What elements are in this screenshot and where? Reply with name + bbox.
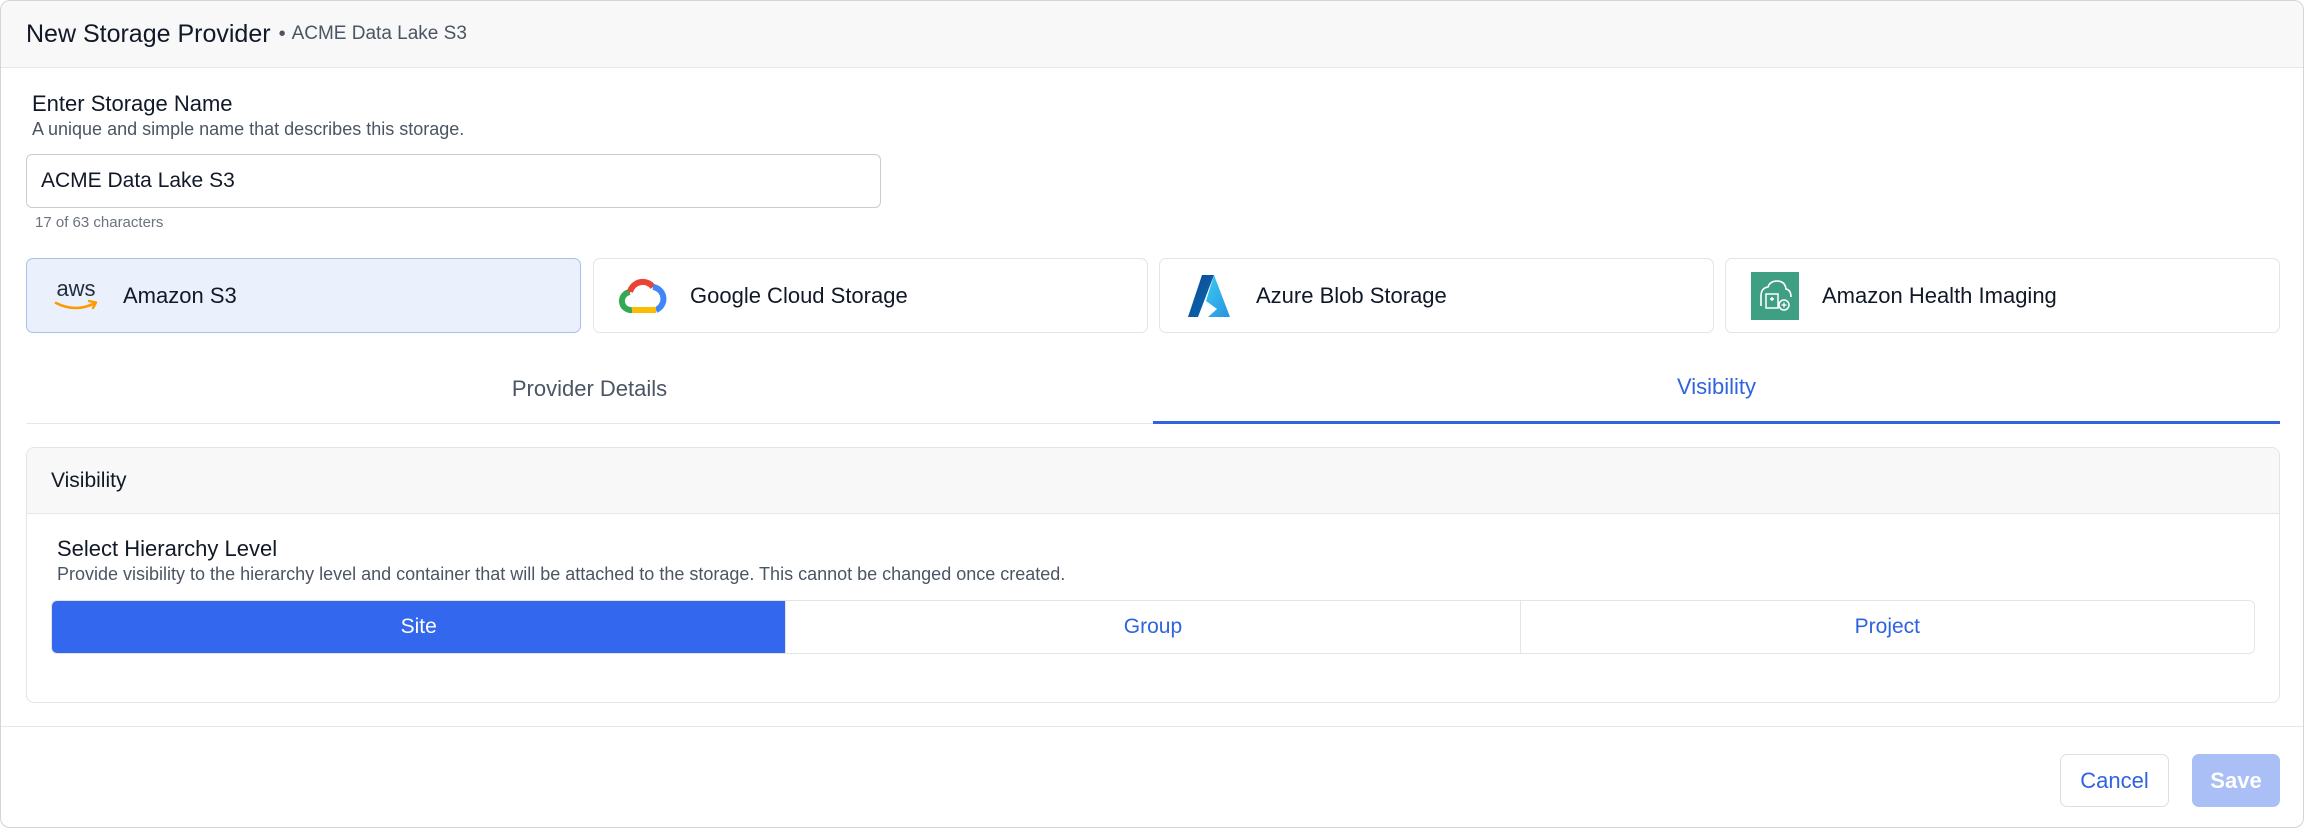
azure-logo-icon	[1184, 271, 1234, 321]
dialog-subtitle: ACME Data Lake S3	[291, 23, 467, 44]
tab-provider-details[interactable]: Provider Details	[26, 353, 1153, 424]
storage-provider-dialog: New Storage Provider • ACME Data Lake S3…	[0, 0, 2304, 828]
dialog-title: New Storage Provider	[26, 19, 271, 48]
provider-tabs: Provider Details Visibility	[26, 353, 2280, 424]
aws-logo-text: aws	[56, 276, 95, 301]
hierarchy-option-group[interactable]: Group	[785, 601, 1520, 653]
storage-name-input[interactable]	[26, 154, 881, 208]
hierarchy-level-help: Provide visibility to the hierarchy leve…	[57, 564, 1066, 584]
cancel-button[interactable]: Cancel	[2060, 754, 2169, 807]
provider-azure-blob-storage[interactable]: Azure Blob Storage	[1159, 258, 1714, 333]
tab-visibility[interactable]: Visibility	[1153, 353, 2280, 424]
dialog-header: New Storage Provider • ACME Data Lake S3	[1, 1, 2303, 68]
hierarchy-option-project[interactable]: Project	[1519, 601, 2254, 653]
provider-label: Google Cloud Storage	[690, 282, 908, 308]
storage-name-label: Enter Storage Name	[32, 91, 233, 116]
save-button[interactable]: Save	[2192, 754, 2280, 807]
dialog-footer: Cancel Save	[1, 726, 2303, 827]
storage-name-help: A unique and simple name that describes …	[32, 119, 465, 139]
title-separator: •	[278, 22, 286, 45]
visibility-card-title: Visibility	[27, 448, 2279, 514]
google-cloud-logo-icon	[618, 271, 668, 321]
health-imaging-logo-icon	[1750, 271, 1800, 321]
provider-amazon-s3[interactable]: aws Amazon S3	[26, 258, 581, 333]
aws-logo-icon: aws	[51, 271, 101, 321]
provider-google-cloud-storage[interactable]: Google Cloud Storage	[593, 258, 1148, 333]
provider-label: Amazon Health Imaging	[1822, 282, 2057, 308]
character-count: 17 of 63 characters	[35, 214, 164, 231]
provider-label: Azure Blob Storage	[1256, 282, 1447, 308]
provider-label: Amazon S3	[123, 282, 237, 308]
hierarchy-level-selector: Site Group Project	[51, 600, 2255, 654]
hierarchy-level-label: Select Hierarchy Level	[57, 536, 278, 561]
provider-amazon-health-imaging[interactable]: Amazon Health Imaging	[1725, 258, 2280, 333]
hierarchy-option-site[interactable]: Site	[52, 601, 786, 653]
visibility-card: Visibility Select Hierarchy Level Provid…	[26, 447, 2280, 703]
